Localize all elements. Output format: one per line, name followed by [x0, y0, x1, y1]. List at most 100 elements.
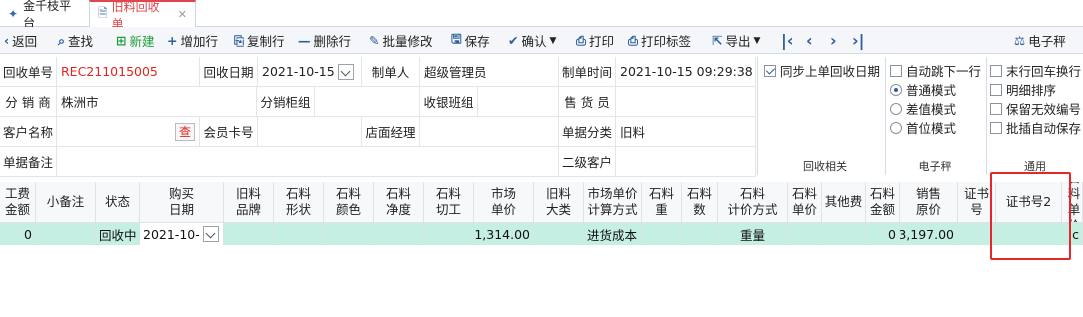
table-cell[interactable] — [788, 223, 822, 245]
sub-customer-field[interactable] — [616, 147, 756, 177]
col-header-old-category[interactable]: 旧料 大类 — [534, 182, 584, 223]
col-header-stone-count[interactable]: 石料 数 — [682, 182, 718, 223]
first-mode-radio[interactable]: 首位模式 — [890, 118, 956, 137]
scale-icon: ⚖ — [1014, 33, 1026, 48]
scale-button[interactable]: ⚖ 电子秤 — [1014, 27, 1066, 54]
close-tab-icon[interactable]: ✕ — [178, 8, 187, 21]
back-button[interactable]: ‹ 返回 — [4, 27, 37, 54]
new-button[interactable]: ⊞ 新建 — [116, 27, 155, 54]
col-header-price-calc[interactable]: 市场单价 计算方式 — [584, 182, 642, 223]
check-circle-icon: ✔ — [508, 33, 519, 48]
counter-field[interactable] — [315, 87, 420, 117]
chevron-left-icon: ‹ — [4, 33, 10, 48]
next-page-icon[interactable]: › — [830, 27, 837, 54]
print-button[interactable]: ⎙ 打印 — [576, 27, 614, 54]
add-row-button[interactable]: + 增加行 — [167, 27, 218, 54]
table-cell[interactable] — [36, 223, 96, 245]
export-button[interactable]: ⇱ 导出 ▼ — [712, 27, 760, 54]
purchase-date-cell[interactable]: 2021-10- — [140, 223, 224, 245]
col-header-stone-clarity[interactable]: 石料 净度 — [374, 182, 424, 223]
col-header-stone-unit-price[interactable]: 石料 单价 — [788, 182, 822, 223]
checkbox-icon — [990, 121, 1002, 134]
tab-recycle-order[interactable]: 🗎 旧料回收单 ✕ — [89, 0, 196, 31]
document-icon: 🗎 — [98, 6, 108, 20]
table-cell[interactable] — [682, 223, 718, 245]
batch-edit-button[interactable]: ✎ 批量修改 — [369, 27, 433, 54]
table-cell[interactable] — [224, 223, 274, 245]
customer-field[interactable]: 查 — [57, 117, 200, 147]
minus-icon: — — [298, 33, 311, 48]
last-row-enter-checkbox[interactable]: 末行回车换行 — [990, 61, 1081, 80]
table-cell[interactable]: 0 — [0, 223, 36, 245]
col-header-stone-color[interactable]: 石料 颜色 — [324, 182, 374, 223]
confirm-button[interactable]: ✔ 确认 ▼ — [508, 27, 556, 54]
table-cell[interactable] — [822, 223, 866, 245]
search-button[interactable]: ⌕ 查找 — [58, 27, 93, 54]
branch-field[interactable]: 株洲市 — [57, 87, 257, 117]
table-cell[interactable]: 3,197.00 — [900, 223, 958, 245]
table-cell[interactable]: 0 — [866, 223, 900, 245]
detail-grid: 工费 金额 小备注 状态 购买 日期 旧料 品牌 石料 形状 石料 颜色 石料 … — [0, 182, 1083, 250]
first-page-icon[interactable]: |‹ — [781, 27, 793, 54]
table-cell[interactable] — [274, 223, 324, 245]
col-header-sale-price[interactable]: 销售 原价 — [900, 182, 958, 223]
divider — [986, 57, 987, 175]
date-dropdown-icon[interactable] — [337, 63, 354, 80]
table-cell[interactable]: 回收中 — [96, 223, 140, 245]
member-field[interactable] — [258, 117, 362, 147]
last-page-icon[interactable]: ›| — [852, 27, 864, 54]
batch-insert-save-checkbox[interactable]: 批插自动保存 — [990, 118, 1081, 137]
make-time-field[interactable]: 2021-10-15 09:29:38 — [616, 57, 756, 87]
tab-platform-home[interactable]: ✦ 金千枝平台 — [0, 0, 88, 30]
salesman-field[interactable] — [616, 87, 756, 117]
maker-field[interactable]: 超级管理员 — [420, 57, 559, 87]
save-button[interactable]: 🖫 保存 — [451, 27, 490, 54]
col-header-other-fee[interactable]: 其他费 — [822, 182, 866, 223]
category-label: 单据分类 — [559, 117, 616, 147]
col-header-market-price[interactable]: 市场 单价 — [474, 182, 534, 223]
table-cell[interactable]: 重量 — [718, 223, 788, 245]
col-header-purchase-date[interactable]: 购买 日期 — [140, 182, 224, 223]
date-dropdown-icon[interactable] — [202, 226, 219, 242]
manager-field[interactable] — [420, 117, 559, 147]
normal-mode-radio[interactable]: 普通模式 — [890, 80, 956, 99]
col-header-labor-amount[interactable]: 工费 金额 — [0, 182, 36, 223]
col-header-stone-pricing[interactable]: 石料 计价方式 — [718, 182, 788, 223]
table-cell[interactable] — [374, 223, 424, 245]
manager-label: 店面经理 — [362, 117, 420, 147]
radio-checked-icon — [890, 83, 902, 96]
col-header-small-remark[interactable]: 小备注 — [36, 182, 96, 223]
table-cell[interactable] — [642, 223, 682, 245]
keep-invalid-checkbox[interactable]: 保留无效编号 — [990, 99, 1081, 118]
category-field[interactable]: 旧料 — [616, 117, 756, 147]
col-header-old-brand[interactable]: 旧料 品牌 — [224, 182, 274, 223]
recycle-no-field[interactable]: REC211015005 — [57, 57, 200, 87]
detail-sort-checkbox[interactable]: 明细排序 — [990, 80, 1056, 99]
sub-customer-label: 二级客户 — [559, 147, 616, 177]
prev-page-icon[interactable]: ‹ — [806, 27, 813, 54]
table-cell[interactable] — [424, 223, 474, 245]
table-cell[interactable] — [534, 223, 584, 245]
auto-next-checkbox[interactable]: 自动跳下一行 — [890, 61, 981, 80]
delete-row-button[interactable]: — 删除行 — [298, 27, 351, 54]
col-header-stone-amount[interactable]: 石料 金额 — [866, 182, 900, 223]
save-icon: 🖫 — [451, 31, 462, 46]
col-header-status[interactable]: 状态 — [96, 182, 140, 223]
cashier-field[interactable] — [478, 87, 559, 117]
customer-label: 客户名称 — [0, 117, 57, 147]
checkbox-icon — [990, 102, 1002, 115]
copy-row-button[interactable]: ⎘ 复制行 — [234, 27, 285, 54]
sync-date-checkbox[interactable]: 同步上单回收日期 — [764, 61, 880, 80]
table-cell[interactable]: 1,314.00 — [474, 223, 534, 245]
col-header-stone-cut[interactable]: 石料 切工 — [424, 182, 474, 223]
diff-mode-radio[interactable]: 差值模式 — [890, 99, 956, 118]
table-cell[interactable]: 进货成本 — [584, 223, 642, 245]
col-header-stone-weight[interactable]: 石料 重 — [642, 182, 682, 223]
print-label-button[interactable]: ⎙ 打印标签 — [628, 27, 691, 54]
table-cell[interactable] — [324, 223, 374, 245]
remark-field[interactable] — [57, 147, 559, 177]
customer-query-button[interactable]: 查 — [175, 122, 195, 141]
recycle-date-field[interactable]: 2021-10-15 — [258, 57, 362, 87]
order-header-form: 回收单号 REC211015005 回收日期 2021-10-15 制单人 超级… — [0, 57, 756, 177]
col-header-stone-shape[interactable]: 石料 形状 — [274, 182, 324, 223]
